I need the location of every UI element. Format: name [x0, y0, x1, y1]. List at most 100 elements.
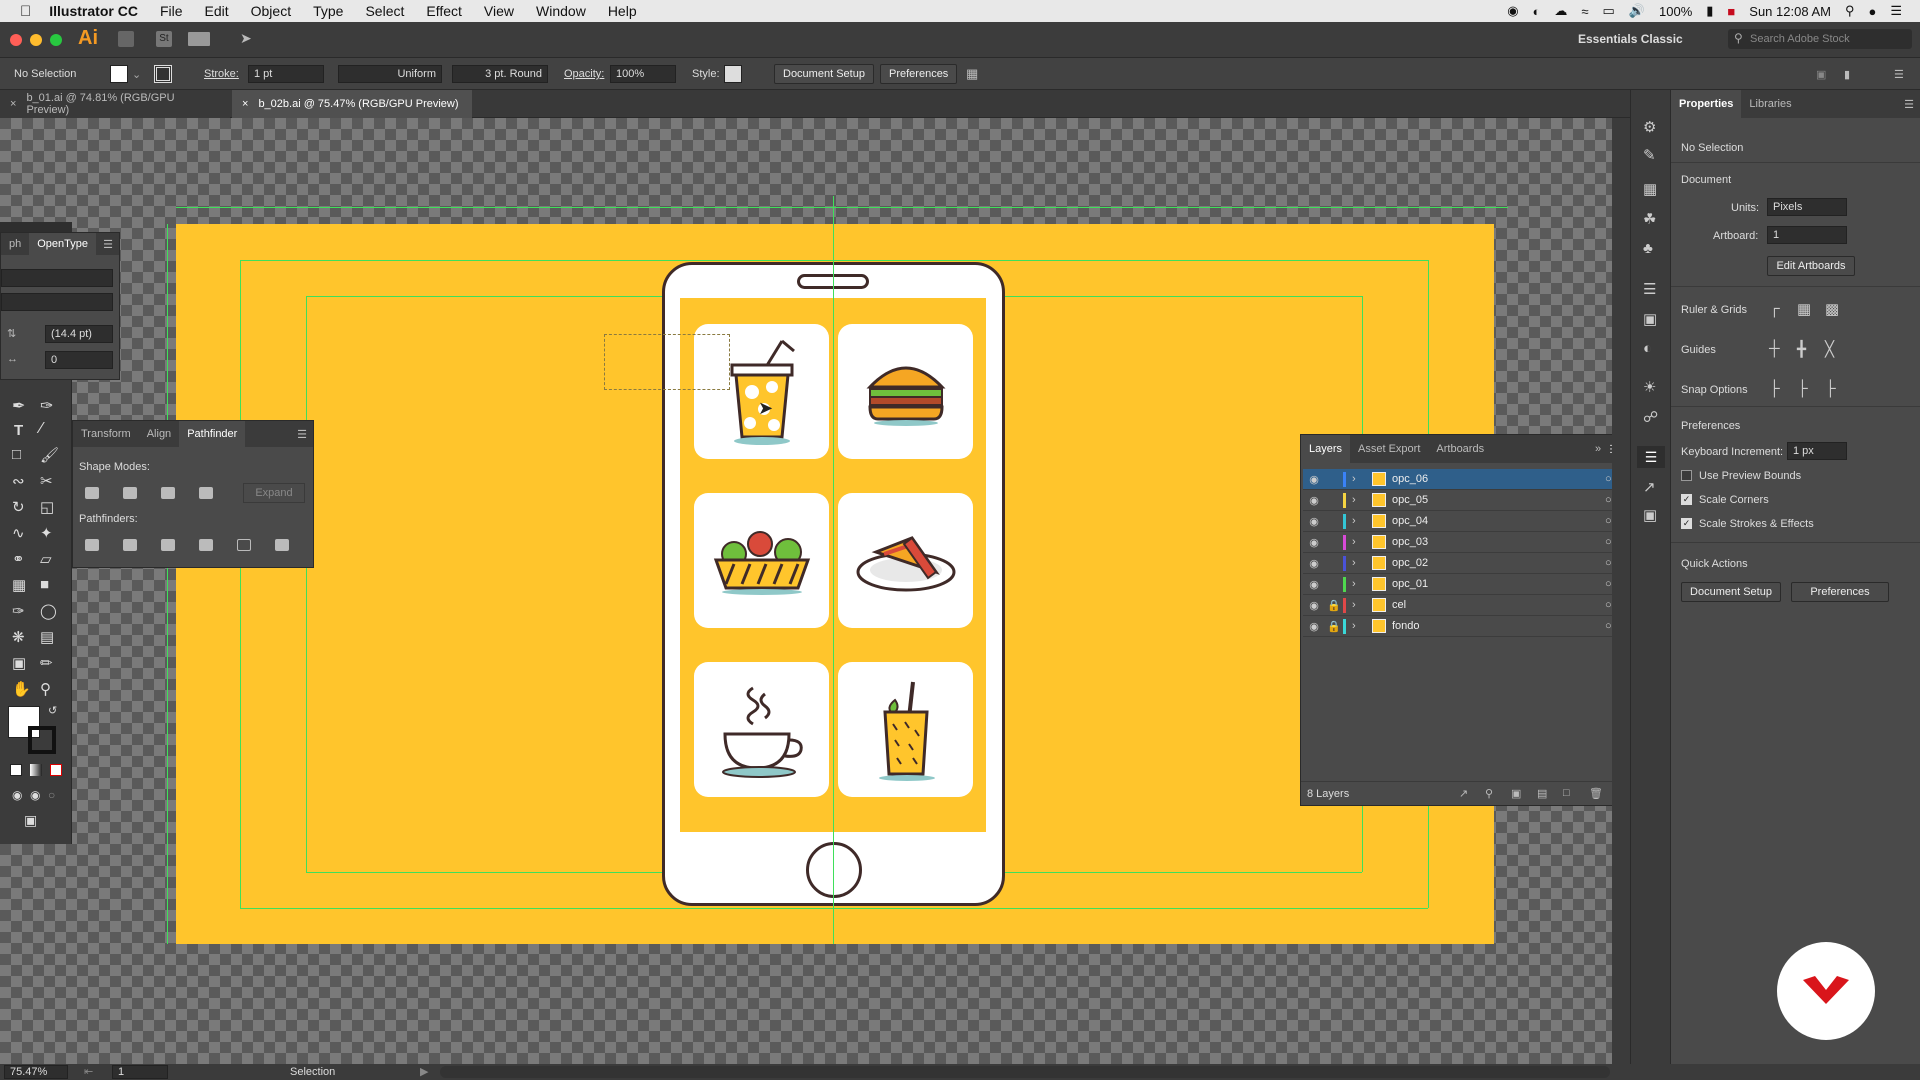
keyboard-increment-field[interactable]: 1 px [1787, 442, 1847, 460]
layer-name[interactable]: opc_05 [1392, 494, 1605, 506]
draw-normal-icon[interactable]: ◉ [12, 788, 22, 802]
tab-libraries[interactable]: Libraries [1741, 98, 1799, 110]
color-mode-icon[interactable] [10, 764, 22, 776]
chevron-right-icon[interactable]: › [1352, 494, 1366, 506]
layers-panel-icon[interactable]: ☰ [1637, 446, 1665, 468]
show-guides-icon[interactable]: ┼ [1769, 340, 1780, 357]
draw-inside-icon[interactable]: ○ [48, 788, 55, 802]
draw-behind-icon[interactable]: ◉ [30, 788, 40, 802]
edit-artboards-button[interactable]: Edit Artboards [1767, 256, 1855, 276]
menu-file[interactable]: File [160, 3, 183, 19]
new-sublayer-icon[interactable]: ▤ [1537, 787, 1547, 800]
airplay-icon[interactable]: ▭ [1603, 3, 1615, 19]
tab-asset-export[interactable]: Asset Export [1350, 443, 1428, 455]
panel-menu-icon[interactable]: ☰ [1904, 98, 1914, 111]
layer-row[interactable]: ◉ 🔒 › fondo ○ [1303, 616, 1625, 637]
layer-row[interactable]: ◉ › opc_03 ○ [1303, 532, 1625, 553]
smart-guides-icon[interactable]: ╳ [1825, 340, 1834, 358]
tab-opentype[interactable]: OpenType [29, 233, 97, 255]
layer-name[interactable]: fondo [1392, 620, 1605, 632]
close-tab-icon[interactable]: × [10, 98, 16, 110]
menu-tile-cake[interactable] [838, 493, 973, 628]
leading-field[interactable]: (14.4 pt) [45, 325, 113, 343]
slice-tool-icon[interactable]: ✏ [40, 654, 53, 672]
layer-row[interactable]: ◉ › opc_06 ○ [1303, 469, 1625, 490]
layer-row[interactable]: ◉ › opc_01 ○ [1303, 574, 1625, 595]
align-panel-icon[interactable]: ▮ [1844, 65, 1850, 83]
clock[interactable]: Sun 12:08 AM [1749, 4, 1831, 19]
fill-swatch[interactable] [110, 65, 128, 83]
layer-row[interactable]: ◉ › opc_04 ○ [1303, 511, 1625, 532]
stroke-swatch[interactable] [154, 65, 172, 83]
perspective-grid-tool-icon[interactable]: ▱ [40, 550, 52, 568]
status-arrow-icon[interactable]: ▶ [420, 1065, 428, 1078]
rulers-icon[interactable]: ┌ [1769, 300, 1780, 317]
layer-row[interactable]: ◉ › opc_02 ○ [1303, 553, 1625, 574]
color-guide-icon[interactable]: ⚙ [1643, 118, 1656, 136]
rectangle-tool-icon[interactable]: □ [12, 446, 21, 463]
links-icon[interactable]: ☍ [1643, 408, 1658, 426]
locate-object-icon[interactable]: ⚲ [1485, 787, 1493, 800]
menu-effect[interactable]: Effect [426, 3, 462, 19]
visibility-eye-icon[interactable]: ◉ [1303, 536, 1325, 549]
rotate-tool-icon[interactable]: ↻ [12, 498, 25, 516]
expand-panel-icon[interactable]: » [1595, 443, 1601, 455]
tab-layers[interactable]: Layers [1301, 435, 1351, 463]
line-tool-icon[interactable]: ∕ [40, 420, 43, 438]
tab-b02b[interactable]: × b_02b.ai @ 75.47% (RGB/GPU Preview) [232, 90, 472, 118]
swatches-icon[interactable]: ▦ [1643, 180, 1657, 198]
artboard-navigator-field[interactable]: 1 [112, 1065, 168, 1079]
layer-name[interactable]: opc_01 [1392, 578, 1605, 590]
layer-name[interactable]: opc_04 [1392, 515, 1605, 527]
chevron-right-icon[interactable]: › [1352, 515, 1366, 527]
expand-button[interactable]: Expand [243, 483, 305, 503]
brushes-icon[interactable]: ✎ [1643, 146, 1656, 164]
artboards-icon[interactable]: ▣ [1643, 506, 1657, 524]
gradient-mode-icon[interactable] [30, 764, 42, 776]
none-mode-icon[interactable] [50, 764, 62, 776]
stroke-color-swatch[interactable] [28, 726, 56, 754]
visibility-eye-icon[interactable]: ◉ [1303, 599, 1325, 612]
zoom-tool-icon[interactable]: ⚲ [40, 680, 51, 698]
chevron-right-icon[interactable]: › [1352, 620, 1366, 632]
minimize-window-button[interactable] [30, 34, 42, 46]
brush-definition-select[interactable]: 3 pt. Round [452, 65, 548, 83]
align-options-icon[interactable]: ▦ [966, 65, 978, 83]
qa-preferences-button[interactable]: Preferences [1791, 582, 1889, 602]
make-clipping-mask-icon[interactable]: ▣ [1511, 787, 1521, 800]
app-name-menu[interactable]: Illustrator CC [49, 3, 138, 19]
chevron-right-icon[interactable]: › [1352, 599, 1366, 611]
opacity-label[interactable]: Opacity: [564, 65, 604, 83]
current-tool-label[interactable]: Selection [290, 1066, 335, 1078]
arrange-icon[interactable]: ▣ [1816, 65, 1826, 83]
appearance-icon[interactable]: ☀ [1643, 378, 1656, 396]
units-select[interactable]: Pixels [1767, 198, 1847, 216]
puppet-warp-tool-icon[interactable]: ✦ [40, 524, 53, 542]
document-setup-button[interactable]: Document Setup [774, 64, 874, 84]
width-tool-icon[interactable]: ∿ [12, 524, 25, 542]
visibility-eye-icon[interactable]: ◉ [1303, 494, 1325, 507]
menu-tile-salad[interactable] [694, 493, 829, 628]
tracking-field[interactable]: 0 [45, 351, 113, 369]
stroke-label[interactable]: Stroke: [204, 65, 239, 83]
tab-align[interactable]: Align [139, 428, 179, 440]
menu-type[interactable]: Type [313, 3, 343, 19]
stroke-weight-field[interactable]: 1 pt [248, 65, 324, 83]
notification-icon[interactable]: ☰ [1890, 3, 1902, 19]
first-artboard-icon[interactable]: ⇤ [84, 1065, 93, 1078]
trash-icon[interactable]: 🗑 [1589, 787, 1603, 800]
tab-artboards[interactable]: Artboards [1428, 443, 1492, 455]
menu-tile-coffee[interactable] [694, 662, 829, 797]
creative-cloud-icon[interactable]: ◐ [1533, 4, 1541, 19]
siri-icon[interactable]: ● [1868, 4, 1876, 19]
flag-icon[interactable]: ■ [1727, 4, 1735, 19]
arrange-documents-icon[interactable] [188, 32, 210, 46]
gpu-rocket-icon[interactable]: ➤ [240, 30, 252, 47]
symbols-icon[interactable]: ☘ [1643, 210, 1656, 228]
visibility-eye-icon[interactable]: ◉ [1303, 515, 1325, 528]
scale-strokes-checkbox[interactable]: ✓ [1681, 518, 1692, 529]
gradient-panel-icon[interactable]: ▣ [1643, 310, 1657, 328]
scale-corners-checkbox[interactable]: ✓ [1681, 494, 1692, 505]
use-preview-bounds-checkbox[interactable] [1681, 470, 1692, 481]
layer-name[interactable]: opc_06 [1392, 473, 1605, 485]
